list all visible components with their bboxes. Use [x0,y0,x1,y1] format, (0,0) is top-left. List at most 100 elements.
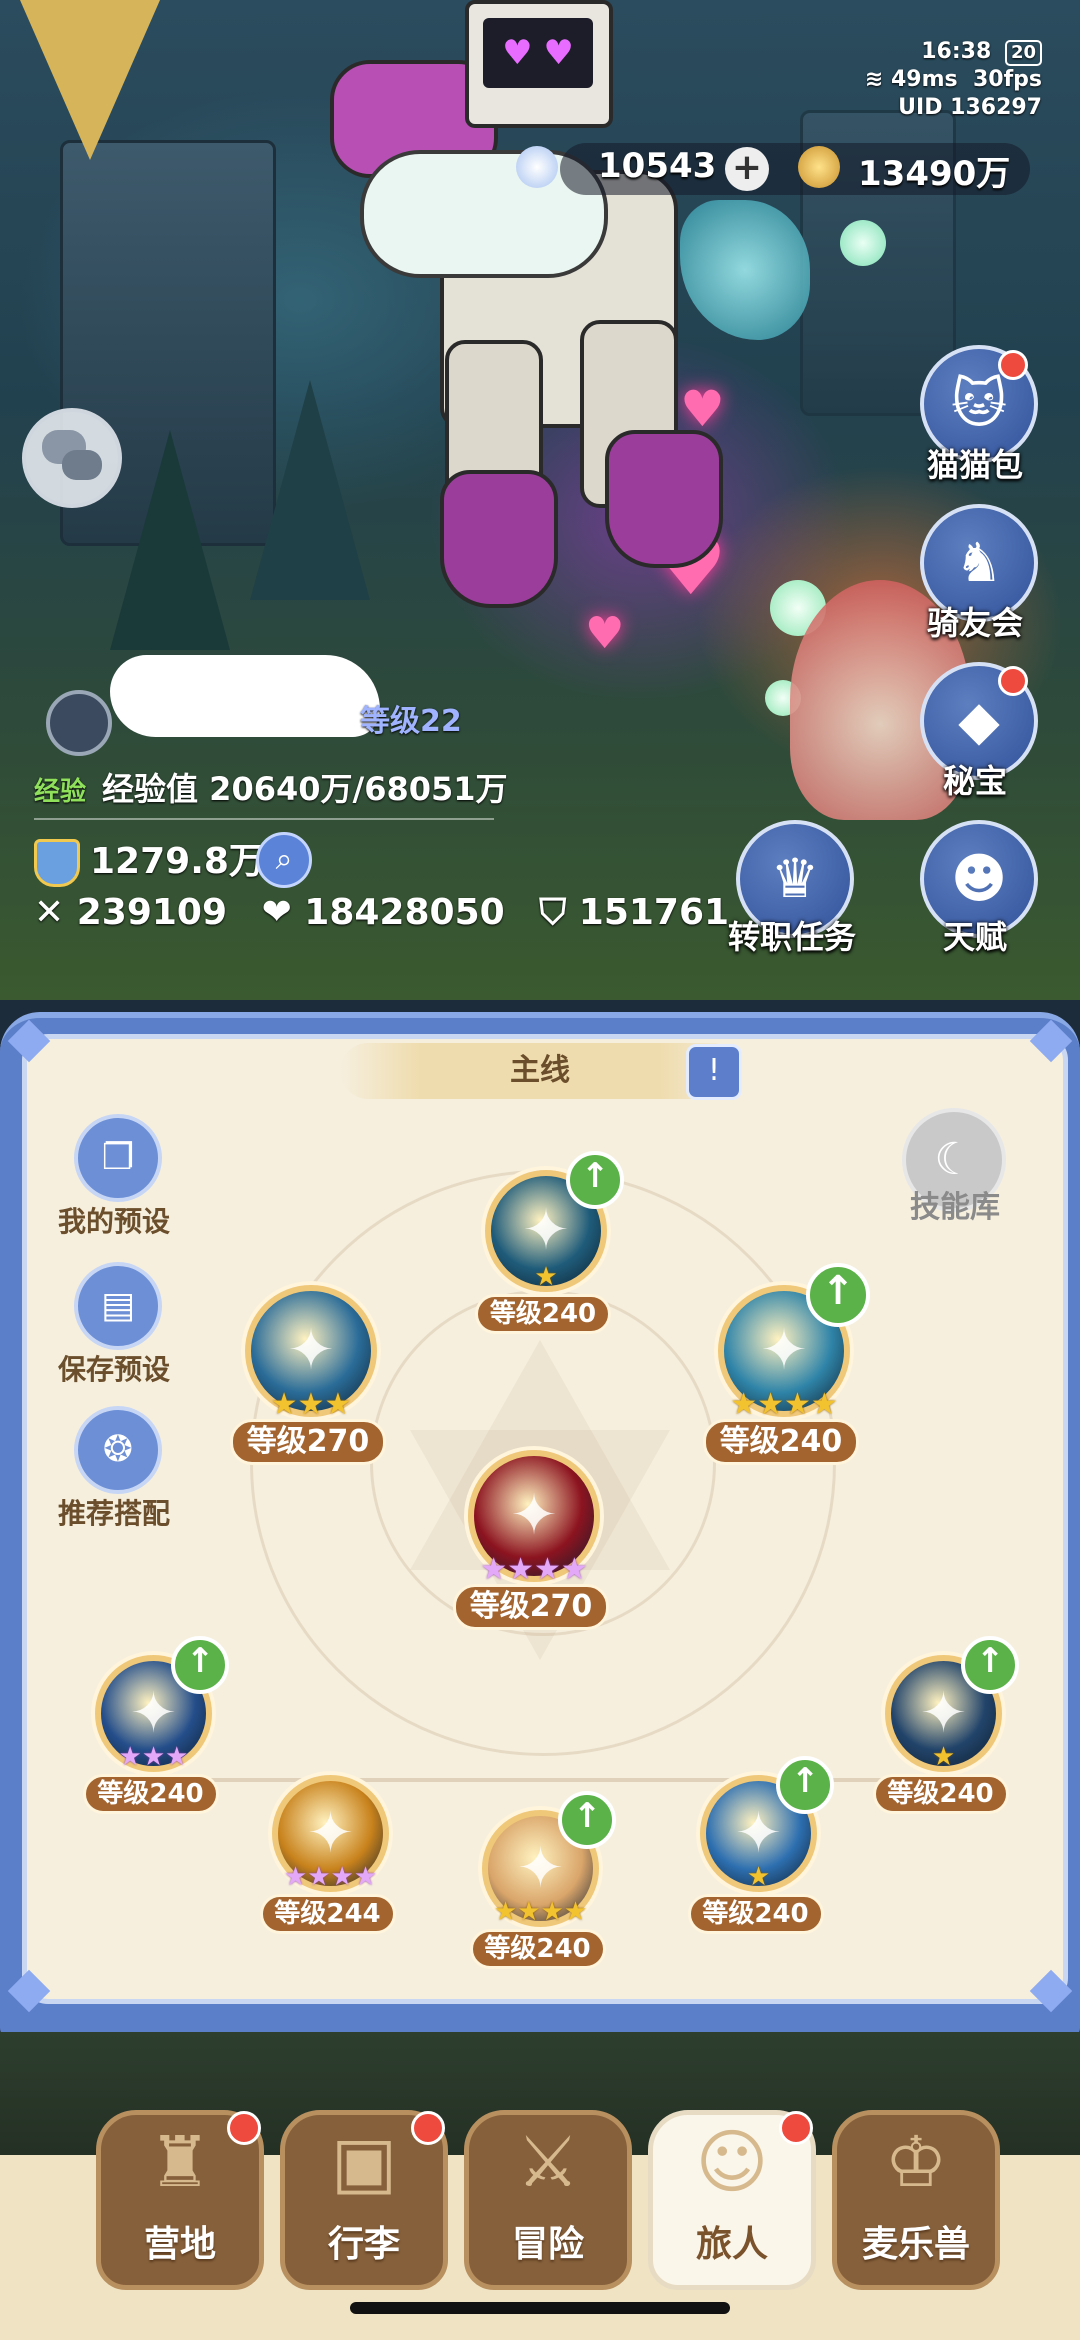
notification-dot [998,666,1028,696]
combat-power-value: 1279.8万 [90,841,265,882]
chat-bubble-icon [62,450,102,480]
skill-stars: ★★★★ [448,1552,620,1587]
nav-tab-5[interactable]: ♔ 麦乐兽 [832,2110,1000,2290]
star-icon: ★ [141,1742,166,1772]
wifi-icon: ≋ [864,67,884,92]
skill-level-label: 等级270 [230,1419,386,1465]
search-icon: ⌕ [275,842,293,877]
star-crystal-icon [516,146,558,188]
side-menu-label: 秘宝 [942,762,1007,800]
skill-stars: ★ [865,1742,1022,1772]
rank-badge-icon [46,690,112,756]
uid-label: UID [898,95,943,120]
moon-sparkle-icon: ☾ [934,1134,974,1185]
star-icon: ★ [534,1552,561,1587]
nav-tab-4[interactable]: ☺ 旅人 [648,2110,816,2290]
save-preset-button[interactable]: ▤ [74,1262,162,1350]
combat-power: 1279.8万 [34,832,265,887]
upgrade-arrow-icon[interactable]: ↑ [566,1151,624,1209]
star-icon: ★ [118,1742,142,1772]
upgrade-arrow-icon[interactable]: ↑ [558,1791,616,1849]
star-icon: ★ [534,1262,558,1292]
my-preset-button[interactable]: ❐ [74,1114,162,1202]
upgrade-arrow-icon[interactable]: ↑ [171,1636,229,1694]
tab-main-line[interactable]: 主线 [340,1043,740,1099]
skill-stars: ★★★★ [462,1897,619,1927]
star-icon: ★ [560,1552,588,1587]
nav-tab-1[interactable]: ♜ 营地 [96,2110,264,2290]
nav-label: 冒险 [511,2224,584,2265]
skill-stars: ★★★★ [252,1862,409,1892]
star-icon: ★ [507,1552,534,1587]
attack-icon: ✕ [34,892,65,933]
star-icon: ★ [493,1897,518,1927]
uid-value: 136297 [950,95,1042,120]
nav-tab-2[interactable]: ▣ 行李 [280,2110,448,2290]
attack-value: 239109 [76,892,228,933]
home-indicator[interactable] [350,2302,730,2314]
status-bar: 16:38 20 ≋ 49ms 30fps UID 136297 [865,38,1042,122]
star-icon: ★ [297,1387,325,1422]
nav-label: 营地 [143,2224,216,2265]
star-icon: ★ [757,1387,784,1422]
star-icon: ★ [563,1897,588,1927]
recommend-build-button[interactable]: ❂ [74,1406,162,1494]
left-button-label: 我的预设 [57,1205,170,1238]
skill-level-label: 等级240 [469,1929,606,1969]
star-icon: ★ [730,1387,758,1422]
skill-level-label: 等级240 [82,1774,219,1814]
character-boot [605,430,723,568]
nav-tab-3[interactable]: ⚔ 冒险 [464,2110,632,2290]
dragon-pet [680,200,810,340]
recommend-icon: ❂ [102,1429,134,1470]
nav-label: 旅人 [695,2224,768,2265]
star-icon: ★ [540,1897,564,1927]
chat-button[interactable] [22,408,122,508]
exp-row: 经验 经验值 20640万/68051万 [34,764,508,810]
upgrade-arrow-icon[interactable]: ↑ [776,1756,834,1814]
ping: 49ms [891,67,958,92]
star-icon: ★ [480,1552,508,1587]
side-menu-label: 骑友会 [926,604,1023,642]
character-boot [440,470,558,608]
upgrade-arrow-icon[interactable]: ↑ [806,1263,870,1327]
star-icon: ★ [330,1862,354,1892]
skill-level-label: 等级240 [475,1294,611,1334]
star-icon: ★ [324,1387,352,1422]
star-icon: ★ [270,1387,298,1422]
gold-coin-icon [798,146,840,188]
skill-level-label: 等级240 [703,1419,859,1465]
save-icon: ▤ [100,1285,135,1326]
star-icon: ★ [517,1897,541,1927]
nav-label: 行李 [327,2224,400,2265]
info-book-icon[interactable]: ! [686,1044,742,1100]
notification-dot [411,2111,445,2145]
star-icon: ★ [353,1862,378,1892]
skill-stars: ★★★ [75,1742,232,1772]
battery-icon: 20 [1004,40,1042,66]
star-icon: ★ [165,1742,189,1772]
upgrade-arrow-icon[interactable]: ↑ [961,1636,1019,1694]
side-menu-label: 猫猫包 [926,446,1023,484]
player-level: 等级22 [360,704,462,739]
star-icon: ★ [283,1862,308,1892]
star-icon: ★ [746,1862,771,1892]
pine-tree [110,430,230,650]
skill-level-label: 等级270 [453,1584,609,1630]
side-menu-label: 转职任务 [727,918,856,956]
exp-value: 20640万/68051万 [209,770,508,808]
skill-stars: ★★★★ [698,1387,870,1422]
fps: 30fps [972,67,1042,92]
exp-label: 经验值 [102,770,199,808]
skill-stars: ★ [680,1862,837,1892]
skill-stars: ★★★ [225,1387,397,1422]
notification-dot [998,350,1028,380]
power-detail-button[interactable]: ⌕ [256,832,312,888]
star-icon: ★ [307,1862,331,1892]
pet-fox-icon: ♔ [884,2121,948,2203]
left-button-label: 推荐搭配 [57,1497,170,1530]
hp-value: 18428050 [304,892,505,933]
character-robot-head: ♥ ♥ [465,0,613,128]
skill-level-label: 等级240 [687,1894,824,1934]
add-currency-button[interactable]: + [725,147,769,191]
